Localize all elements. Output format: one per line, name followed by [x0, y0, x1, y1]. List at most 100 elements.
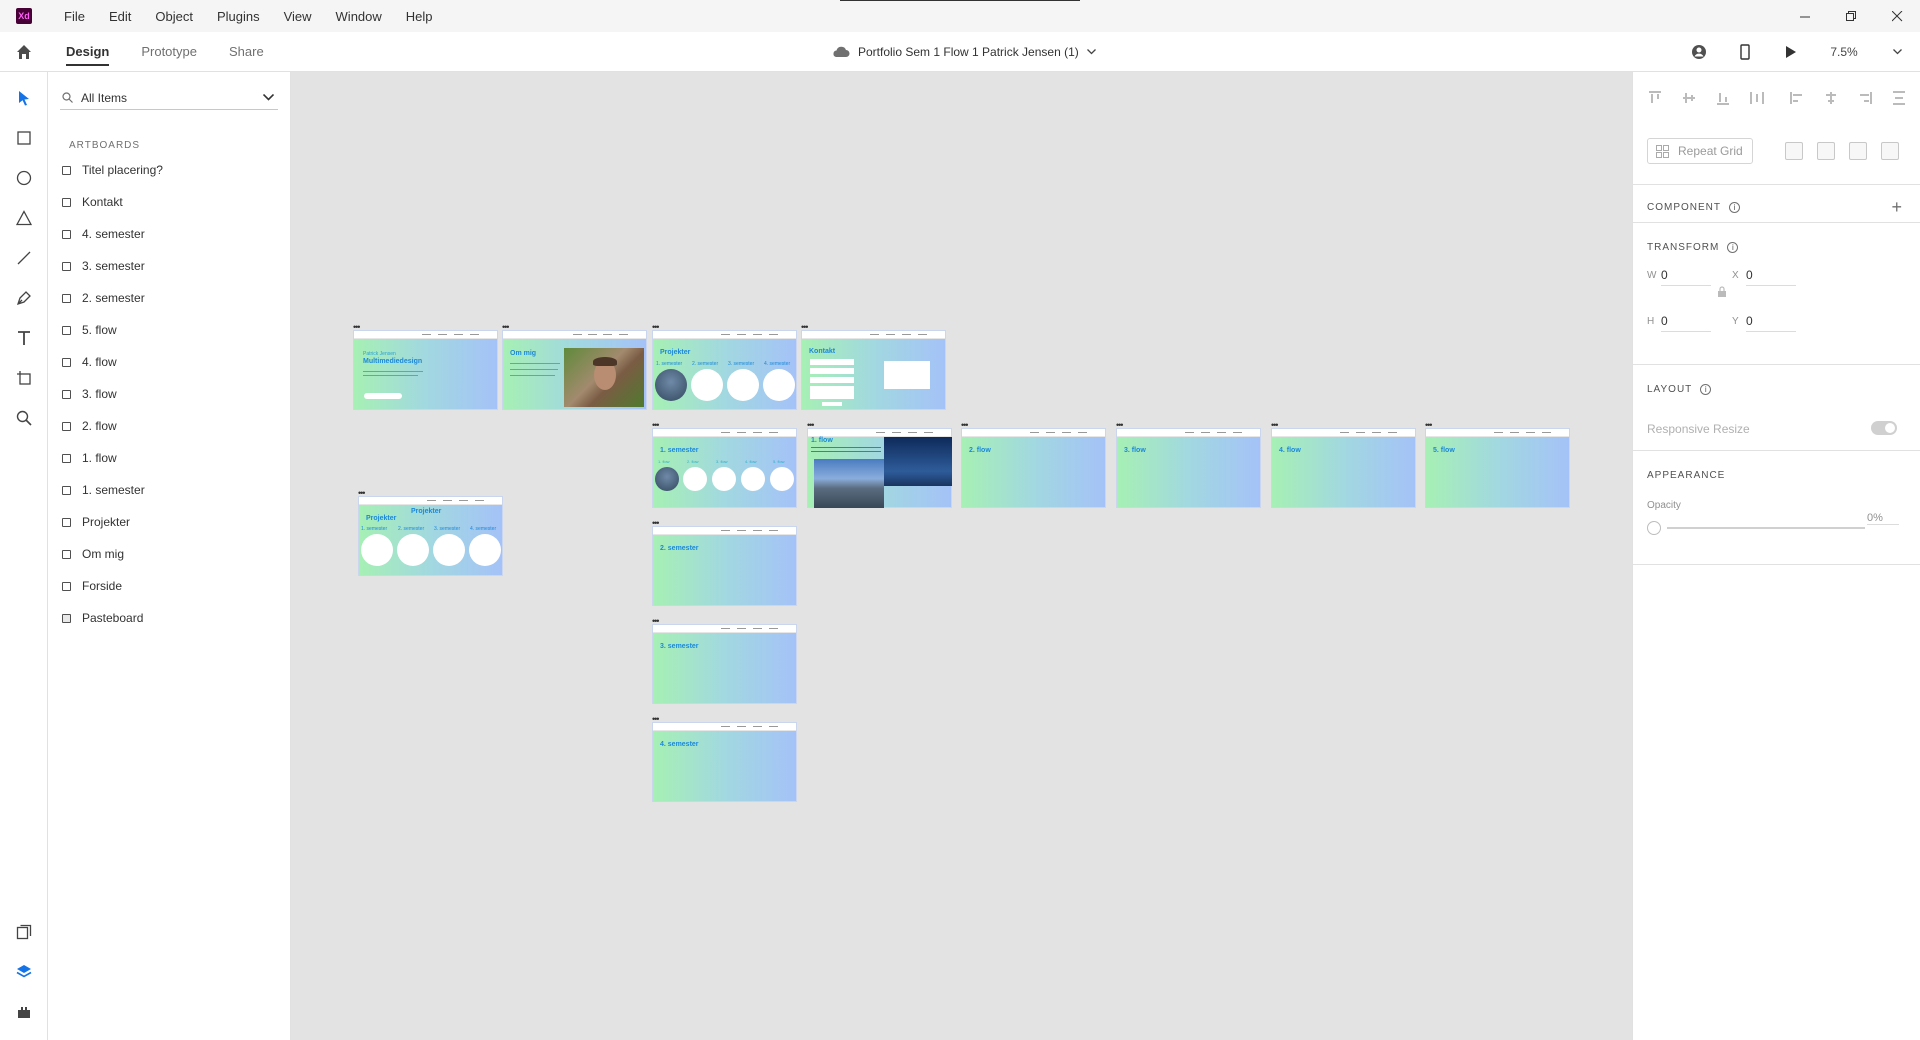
responsive-resize-toggle[interactable] [1871, 421, 1897, 435]
divider [1633, 564, 1920, 565]
intersect-boolean-icon[interactable] [1849, 142, 1867, 160]
menu-object[interactable]: Object [143, 9, 205, 24]
artboard-4-semester[interactable]: 4. semester [652, 722, 797, 802]
assets-icon[interactable] [12, 920, 36, 944]
distribute-horizontal-icon[interactable] [1889, 88, 1909, 108]
layer-item[interactable]: 5. flow [62, 320, 117, 340]
menu-file[interactable]: File [52, 9, 97, 24]
menu-view[interactable]: View [272, 9, 324, 24]
layer-item[interactable]: 2. flow [62, 416, 117, 436]
layer-item[interactable]: Pasteboard [62, 608, 143, 628]
rectangle-icon[interactable] [12, 126, 36, 150]
circle-placeholder [741, 467, 765, 491]
add-boolean-icon[interactable] [1785, 142, 1803, 160]
opacity-slider-track[interactable] [1667, 527, 1865, 529]
layer-item[interactable]: Kontakt [62, 192, 123, 212]
restore-icon[interactable] [1828, 0, 1874, 32]
close-icon[interactable] [1874, 0, 1920, 32]
artboard-kontakt[interactable]: Kontakt [801, 330, 946, 410]
zoom-level[interactable]: 7.5% [1814, 32, 1874, 72]
layer-item[interactable]: 4. flow [62, 352, 117, 372]
x-field[interactable]: 0 [1746, 268, 1796, 286]
artboard-2-semester[interactable]: 2. semester [652, 526, 797, 606]
layers-icon[interactable] [12, 960, 36, 984]
menu-plugins[interactable]: Plugins [205, 9, 272, 24]
layer-item[interactable]: Titel placering? [62, 160, 163, 180]
repeat-grid-button[interactable]: Repeat Grid [1647, 138, 1753, 164]
artboard-3-flow[interactable]: 3. flow [1116, 428, 1261, 508]
zoom-chevron-down-icon[interactable] [1874, 32, 1920, 72]
circle-image [655, 467, 679, 491]
tab-share[interactable]: Share [229, 32, 264, 72]
zoom-icon[interactable] [12, 406, 36, 430]
select-icon[interactable] [12, 86, 36, 110]
align-middle-icon[interactable] [1679, 88, 1699, 108]
subtract-boolean-icon[interactable] [1817, 142, 1835, 160]
layer-item[interactable]: Projekter [62, 512, 130, 532]
artboard-5-flow[interactable]: 5. flow [1425, 428, 1570, 508]
add-component-icon[interactable]: + [1891, 197, 1902, 218]
canvas[interactable]: ••• Patrick Jensen Multimediedesign ••• … [291, 72, 1632, 1040]
artboard-4-flow[interactable]: 4. flow [1271, 428, 1416, 508]
layer-item[interactable]: 1. flow [62, 448, 117, 468]
align-bottom-icon[interactable] [1713, 88, 1733, 108]
layer-item[interactable]: Om mig [62, 544, 124, 564]
circle-image [655, 369, 687, 401]
search-input[interactable]: All Items [81, 91, 263, 105]
line-icon[interactable] [12, 246, 36, 270]
align-center-icon[interactable] [1821, 88, 1841, 108]
distribute-vertical-icon[interactable] [1747, 88, 1767, 108]
artboard-1-semester[interactable]: 1. semester 1. flow 2. flow 3. flow 4. f… [652, 428, 797, 508]
play-icon[interactable] [1768, 32, 1814, 72]
ellipse-icon[interactable] [12, 166, 36, 190]
transform-label: TRANSFORM [1647, 242, 1720, 253]
align-right-icon[interactable] [1855, 88, 1875, 108]
tab-design[interactable]: Design [66, 32, 110, 72]
artboard-3-semester[interactable]: 3. semester [652, 624, 797, 704]
y-field[interactable]: 0 [1746, 314, 1796, 332]
triangle-icon[interactable] [12, 206, 36, 230]
layers-panel: All Items ARTBOARDS Titel placering? Kon… [48, 72, 291, 1040]
height-field[interactable]: 0 [1661, 314, 1711, 332]
minimize-icon[interactable] [1782, 0, 1828, 32]
menu-window[interactable]: Window [324, 9, 394, 24]
opacity-slider-handle[interactable] [1647, 521, 1661, 535]
filter-chevron-down-icon[interactable] [263, 94, 274, 101]
artboard-1-flow[interactable]: 1. flow [807, 428, 952, 508]
info-icon[interactable]: i [1729, 202, 1740, 213]
artboard-titel-placering[interactable]: Projekter Projekter 1. semester 2. semes… [358, 496, 503, 576]
width-field[interactable]: 0 [1661, 268, 1711, 286]
exclude-boolean-icon[interactable] [1881, 142, 1899, 160]
circle-label: 3. flow [716, 459, 728, 464]
align-left-icon[interactable] [1787, 88, 1807, 108]
layer-item[interactable]: 1. semester [62, 480, 145, 500]
plugins-icon[interactable] [12, 1000, 36, 1024]
home-icon[interactable] [0, 32, 48, 72]
layer-item[interactable]: 4. semester [62, 224, 145, 244]
share-user-icon[interactable] [1676, 32, 1722, 72]
artboard-2-flow[interactable]: 2. flow [961, 428, 1106, 508]
lock-aspect-icon[interactable] [1717, 286, 1727, 298]
layer-item[interactable]: Forside [62, 576, 122, 596]
width-label: W [1647, 270, 1657, 281]
text-icon[interactable] [12, 326, 36, 350]
artboard-forside[interactable]: Patrick Jensen Multimediedesign [353, 330, 498, 410]
tab-prototype[interactable]: Prototype [141, 32, 197, 72]
pen-icon[interactable] [12, 286, 36, 310]
menu-edit[interactable]: Edit [97, 9, 143, 24]
toolbar-right: 7.5% [1676, 32, 1920, 72]
layers-search[interactable]: All Items [60, 86, 278, 110]
artboard-projekter[interactable]: Projekter 1. semester 2. semester 3. sem… [652, 330, 797, 410]
layer-item[interactable]: 3. flow [62, 384, 117, 404]
document-title[interactable]: Portfolio Sem 1 Flow 1 Patrick Jensen (1… [832, 32, 1096, 72]
opacity-value[interactable]: 0% [1867, 512, 1899, 525]
layer-item[interactable]: 2. semester [62, 288, 145, 308]
align-top-icon[interactable] [1645, 88, 1665, 108]
layer-item[interactable]: 3. semester [62, 256, 145, 276]
info-icon[interactable]: i [1727, 242, 1739, 253]
menu-help[interactable]: Help [394, 9, 445, 24]
artboard-om-mig[interactable]: Om mig [502, 330, 647, 410]
info-icon[interactable]: i [1700, 384, 1712, 395]
artboard-icon[interactable] [12, 366, 36, 390]
mobile-preview-icon[interactable] [1722, 32, 1768, 72]
